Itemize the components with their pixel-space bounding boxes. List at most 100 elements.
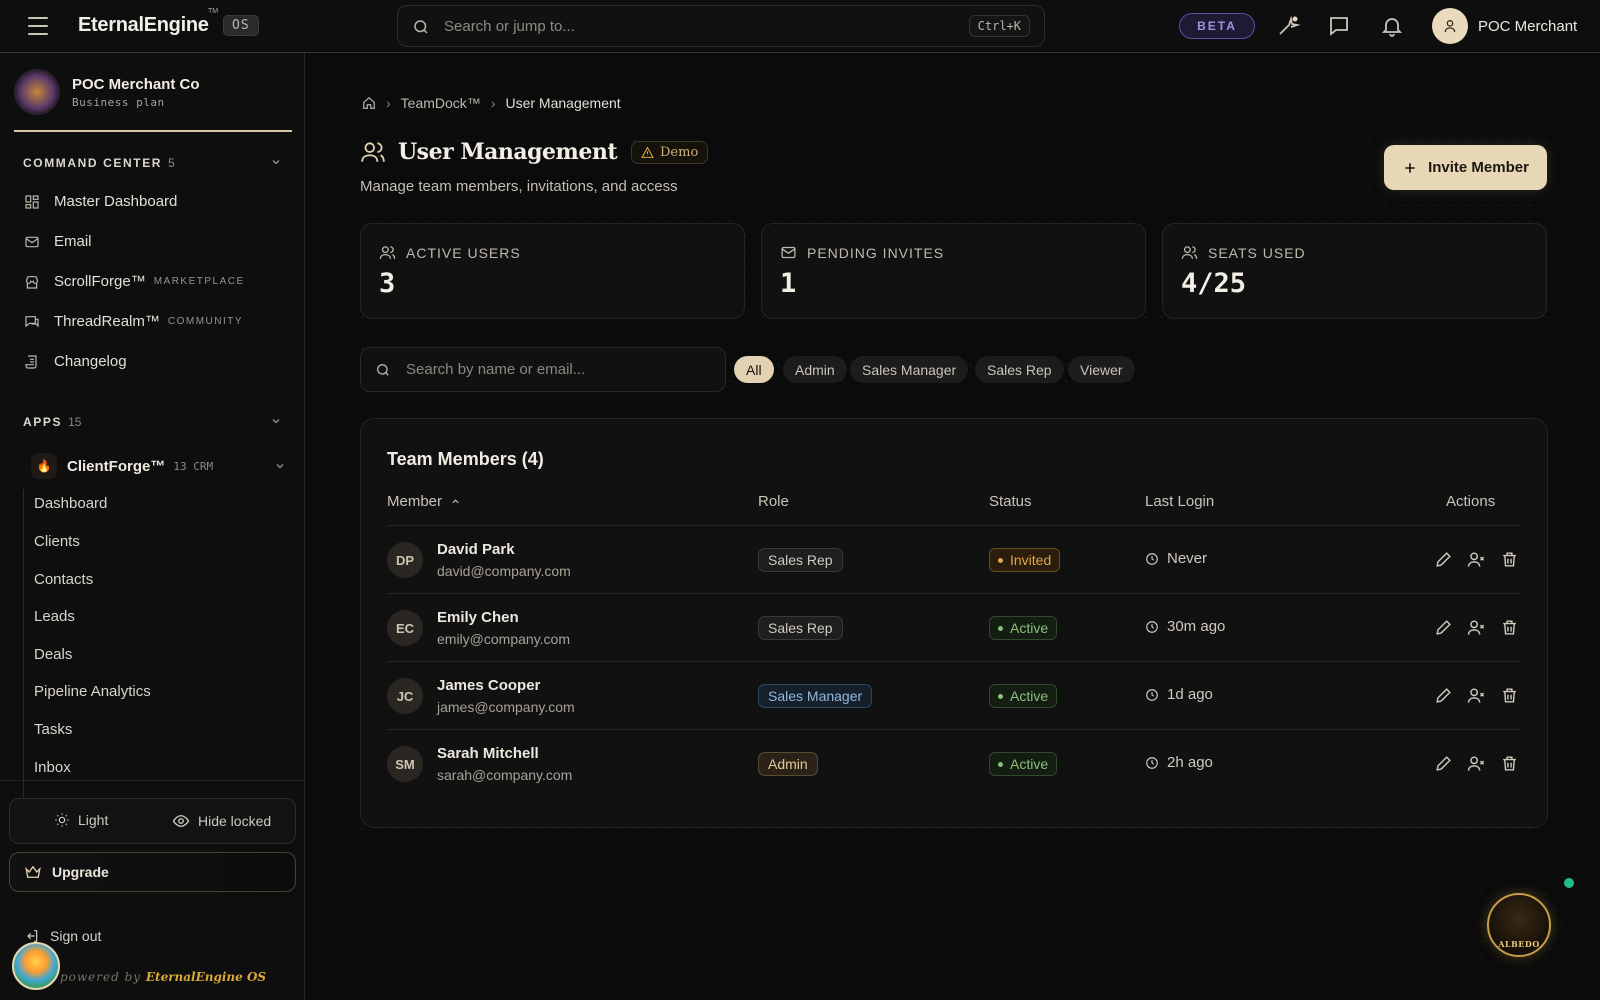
- last-login-value: 2h ago: [1167, 754, 1213, 771]
- edit-icon[interactable]: [1434, 550, 1453, 569]
- hide-locked-toggle[interactable]: Hide locked: [172, 812, 271, 830]
- breadcrumb-item[interactable]: TeamDock™: [401, 95, 481, 111]
- main-content: › TeamDock™ › User Management User Manag…: [306, 53, 1600, 1000]
- section-apps[interactable]: APPS 15: [23, 415, 81, 429]
- clock-icon: [1146, 756, 1158, 769]
- table-row[interactable]: DP David Park david@company.com Sales Re…: [387, 526, 1519, 594]
- remove-user-icon[interactable]: [1467, 550, 1486, 569]
- chevron-down-icon[interactable]: [270, 415, 282, 427]
- sidebar-item-threadrealm[interactable]: ThreadRealm™ COMMUNITY: [24, 313, 243, 330]
- beach-avatar[interactable]: [12, 942, 60, 990]
- online-status-dot: [1564, 878, 1574, 888]
- filter-sales-manager[interactable]: Sales Manager: [850, 356, 969, 383]
- clock-icon: [1146, 552, 1158, 565]
- sidebar-item-email[interactable]: Email: [24, 233, 92, 250]
- subnav-item-tasks[interactable]: Tasks: [34, 721, 72, 738]
- trash-icon[interactable]: [1500, 618, 1519, 637]
- filter-sales-rep[interactable]: Sales Rep: [975, 356, 1064, 383]
- member-avatar: DP: [387, 542, 423, 578]
- table-row[interactable]: SM Sarah Mitchell sarah@company.com Admi…: [387, 730, 1519, 798]
- chevron-down-icon[interactable]: [270, 156, 282, 168]
- table-row[interactable]: EC Emily Chen emily@company.com Sales Re…: [387, 594, 1519, 662]
- member-email: james@company.com: [437, 699, 575, 715]
- last-login-value: Never: [1167, 550, 1208, 567]
- edit-icon[interactable]: [1434, 754, 1453, 773]
- subnav-item-contacts[interactable]: Contacts: [34, 571, 93, 588]
- sidebar-item-label: ThreadRealm™: [54, 313, 160, 330]
- sign-out-label: Sign out: [50, 928, 102, 944]
- avatar: [1432, 8, 1468, 44]
- app-sub: 13 CRM: [173, 459, 214, 473]
- last-login: 1d ago: [1145, 686, 1213, 703]
- column-header-last-login: Last Login: [1145, 493, 1215, 510]
- member-search-input[interactable]: Search by name or email...: [360, 347, 726, 392]
- table-title: Team Members (4): [387, 449, 544, 469]
- sparkle-icon[interactable]: [1276, 14, 1300, 38]
- demo-badge: Demo: [631, 140, 709, 164]
- filter-viewer[interactable]: Viewer: [1068, 356, 1135, 383]
- member-name: Sarah Mitchell: [437, 745, 539, 762]
- search-icon: [377, 364, 389, 376]
- filter-admin[interactable]: Admin: [783, 356, 847, 383]
- sidebar-item-label: ScrollForge™: [54, 273, 146, 290]
- column-header-label: Member: [387, 493, 443, 510]
- breadcrumb-current: User Management: [505, 95, 621, 111]
- org-divider: [14, 130, 292, 132]
- brand-logo[interactable]: EternalEngine: [78, 14, 209, 37]
- status-badge: Invited: [989, 548, 1061, 572]
- last-login: 2h ago: [1145, 754, 1213, 771]
- mail-icon: [781, 246, 796, 259]
- subnav-item-inbox[interactable]: Inbox: [34, 759, 71, 776]
- chat-icon[interactable]: [1327, 14, 1351, 38]
- invite-member-button[interactable]: Invite Member: [1384, 145, 1547, 190]
- user-name: POC Merchant: [1478, 17, 1578, 35]
- global-search[interactable]: Search or jump to... Ctrl+K: [397, 5, 1045, 47]
- subnav-item-deals[interactable]: Deals: [34, 646, 72, 663]
- sidebar-item-scrollforge[interactable]: ScrollForge™ MARKETPLACE: [24, 273, 245, 290]
- sidebar-item-changelog[interactable]: Changelog: [24, 353, 127, 370]
- user-menu[interactable]: POC Merchant: [1432, 8, 1577, 44]
- status-dot: [998, 693, 1003, 699]
- top-bar: EternalEngine TM OS Search or jump to...…: [0, 0, 1600, 53]
- assistant-avatar-button[interactable]: ALBEDO: [1487, 893, 1551, 957]
- subnav-item-leads[interactable]: Leads: [34, 608, 75, 625]
- trash-icon[interactable]: [1500, 550, 1519, 569]
- row-actions: [1434, 686, 1519, 705]
- column-header-member[interactable]: Member: [387, 493, 461, 510]
- sidebar-item-master-dashboard[interactable]: Master Dashboard: [24, 193, 177, 210]
- subnav-item-clients[interactable]: Clients: [34, 533, 80, 550]
- subnav-item-dashboard[interactable]: Dashboard: [34, 495, 107, 512]
- edit-icon[interactable]: [1434, 686, 1453, 705]
- upgrade-button[interactable]: Upgrade: [9, 852, 296, 892]
- remove-user-icon[interactable]: [1467, 618, 1486, 637]
- section-count: 5: [168, 156, 175, 170]
- org-switcher[interactable]: POC Merchant Co Business plan: [16, 71, 200, 113]
- last-login-value: 1d ago: [1167, 686, 1213, 703]
- trash-icon[interactable]: [1500, 754, 1519, 773]
- table-row[interactable]: JC James Cooper james@company.com Sales …: [387, 662, 1519, 730]
- bell-icon[interactable]: [1380, 14, 1404, 38]
- remove-user-icon[interactable]: [1467, 754, 1486, 773]
- theme-toggle[interactable]: Light: [54, 812, 108, 828]
- trash-icon[interactable]: [1500, 686, 1519, 705]
- subnav-item-pipeline-analytics[interactable]: Pipeline Analytics: [34, 683, 151, 700]
- menu-icon[interactable]: [28, 17, 48, 35]
- section-label: APPS: [23, 415, 63, 429]
- last-login-value: 30m ago: [1167, 618, 1226, 635]
- os-badge: OS: [223, 15, 259, 36]
- chevron-down-icon[interactable]: [274, 460, 286, 472]
- status-label: Active: [1010, 756, 1049, 772]
- status-dot: [998, 625, 1003, 631]
- home-icon[interactable]: [362, 96, 376, 110]
- filter-all[interactable]: All: [734, 356, 774, 383]
- section-command-center[interactable]: COMMAND CENTER 5: [23, 156, 175, 170]
- app-clientforge[interactable]: 🔥 ClientForge™ 13 CRM: [31, 453, 213, 479]
- users-icon: [1181, 246, 1198, 259]
- powered-brand: EternalEngine OS: [145, 970, 267, 984]
- remove-user-icon[interactable]: [1467, 686, 1486, 705]
- demo-label: Demo: [660, 144, 699, 160]
- plus-icon: [1405, 162, 1415, 173]
- row-actions: [1434, 550, 1519, 569]
- team-members-card: Team Members (4) Member Role Status Last…: [360, 418, 1548, 828]
- edit-icon[interactable]: [1434, 618, 1453, 637]
